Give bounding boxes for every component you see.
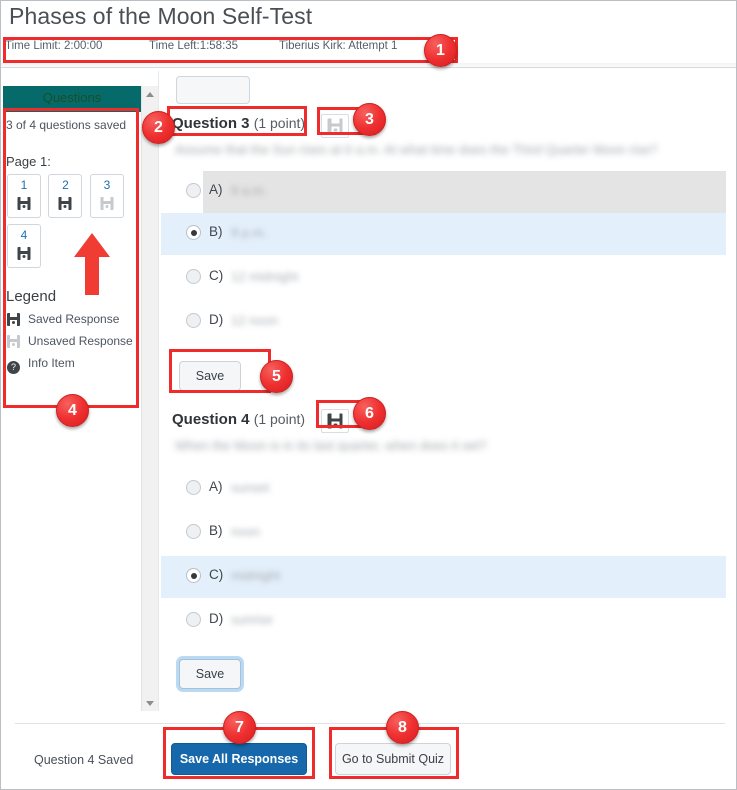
- annotation-arrow-icon: [74, 233, 110, 295]
- option-value: sunset: [231, 480, 270, 495]
- scroll-up-arrow-icon[interactable]: [142, 86, 158, 102]
- header-shading: [1, 63, 736, 69]
- option-value: midnight: [231, 568, 281, 583]
- option-letter: D): [209, 312, 224, 327]
- radio-button[interactable]: [186, 183, 201, 198]
- annotation-badge-1: 1: [424, 34, 457, 67]
- question-4-option-c[interactable]: C) midnight: [161, 556, 726, 598]
- annotation-badge-7: 7: [223, 711, 256, 744]
- option-letter: C): [209, 567, 224, 582]
- question-3-option-b[interactable]: B) 9 p.m.: [161, 213, 726, 255]
- option-value: 12 noon: [231, 313, 278, 328]
- column-divider: [158, 71, 159, 711]
- question-3-option-a[interactable]: A) 9 a.m.: [161, 171, 726, 213]
- question-4-option-b[interactable]: B) noon: [161, 512, 726, 554]
- question-4-option-a[interactable]: A) sunset: [161, 468, 726, 510]
- option-value: 9 p.m.: [231, 225, 268, 240]
- annotation-box-1: [3, 37, 458, 63]
- page-title: Phases of the Moon Self-Test: [9, 3, 313, 29]
- option-letter: C): [209, 268, 224, 283]
- question-4-title: Question 4: [172, 411, 250, 428]
- partial-button-above[interactable]: [176, 76, 250, 104]
- header-divider: [1, 67, 736, 68]
- radio-button[interactable]: [186, 568, 201, 583]
- annotation-badge-5: 5: [260, 360, 293, 393]
- option-value: noon: [231, 524, 260, 539]
- option-value: sunrise: [231, 612, 273, 627]
- sidebar-scrollbar[interactable]: [141, 86, 158, 711]
- question-4-prompt: When the Moon is in its last quarter, wh…: [175, 438, 487, 453]
- radio-button[interactable]: [186, 313, 201, 328]
- annotation-badge-8: 8: [386, 711, 419, 744]
- question-3-option-d[interactable]: D) 12 noon: [161, 301, 726, 343]
- option-value: 12 midnight: [231, 269, 299, 284]
- question-3-option-c[interactable]: C) 12 midnight: [161, 257, 726, 299]
- footer-status-text: Question 4 Saved: [34, 753, 134, 767]
- option-letter: A): [209, 182, 223, 197]
- question-4-option-d[interactable]: D) sunrise: [161, 600, 726, 642]
- question-4-save-button[interactable]: Save: [179, 659, 241, 689]
- question-4-heading: Question 4 (1 point): [172, 411, 305, 428]
- option-letter: A): [209, 479, 223, 494]
- annotation-badge-4: 4: [56, 394, 89, 427]
- questions-panel-title: Questions: [42, 90, 102, 105]
- radio-button[interactable]: [186, 269, 201, 284]
- option-letter: B): [209, 224, 223, 239]
- scroll-down-arrow-icon[interactable]: [142, 695, 158, 711]
- radio-button[interactable]: [186, 225, 201, 240]
- radio-button[interactable]: [186, 612, 201, 627]
- annotation-box-5: [169, 349, 271, 393]
- annotation-box-4: [3, 108, 139, 408]
- option-letter: B): [209, 523, 223, 538]
- option-letter: D): [209, 611, 224, 626]
- annotation-badge-3: 3: [353, 103, 386, 136]
- quiz-page: Phases of the Moon Self-Test Time Limit:…: [0, 0, 737, 790]
- annotation-box-2: [167, 106, 307, 136]
- radio-button[interactable]: [186, 480, 201, 495]
- annotation-badge-2: 2: [142, 111, 175, 144]
- option-value: 9 a.m.: [231, 183, 268, 198]
- question-3-prompt: Assume that the Sun rises at 6 a.m. At w…: [175, 142, 658, 157]
- question-4-points: (1 point): [253, 411, 306, 427]
- annotation-badge-6: 6: [353, 397, 386, 430]
- radio-button[interactable]: [186, 524, 201, 539]
- footer-divider: [15, 723, 725, 724]
